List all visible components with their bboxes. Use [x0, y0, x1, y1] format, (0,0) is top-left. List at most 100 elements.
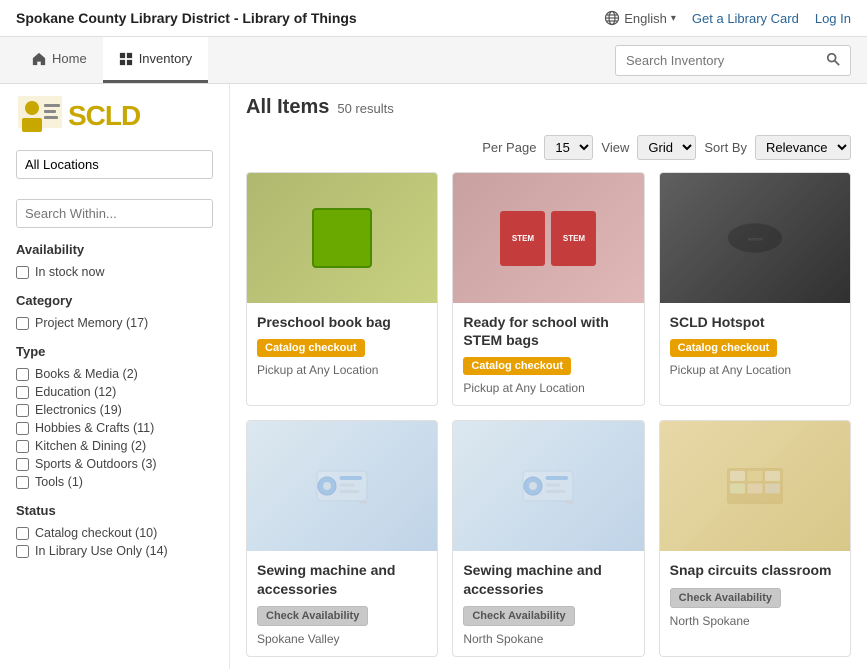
nav-tab-home[interactable]: Home	[16, 37, 103, 83]
item-title: Snap circuits classroom	[670, 561, 840, 579]
filter-availability-title: Availability	[16, 242, 213, 257]
item-image: Verizon	[660, 173, 850, 303]
item-card-body: Ready for school with STEM bags Catalog …	[453, 303, 643, 405]
item-badge: Check Availability	[670, 588, 781, 608]
chevron-down-icon: ▾	[671, 13, 676, 24]
filter-tools: Tools (1)	[16, 475, 213, 489]
filter-project-memory: Project Memory (17)	[16, 316, 213, 330]
catalog-checkout-checkbox[interactable]	[16, 527, 29, 540]
home-icon	[32, 52, 46, 66]
education-checkbox[interactable]	[16, 386, 29, 399]
hobbies-crafts-label[interactable]: Hobbies & Crafts (11)	[35, 421, 154, 435]
filter-category-title: Category	[16, 293, 213, 308]
item-location: Spokane Valley	[257, 632, 427, 646]
sort-select[interactable]: Relevance Title A-Z Title Z-A	[755, 135, 851, 160]
item-image	[660, 421, 850, 551]
filter-type-title: Type	[16, 344, 213, 359]
grid-icon	[119, 52, 133, 66]
page-title: All Items	[246, 96, 329, 119]
tools-checkbox[interactable]	[16, 476, 29, 489]
get-card-link[interactable]: Get a Library Card	[692, 11, 799, 26]
language-label: English	[624, 11, 667, 26]
items-grid: Preschool book bag Catalog checkout Pick…	[246, 172, 851, 657]
scld-icon	[16, 96, 64, 136]
search-button[interactable]	[816, 46, 850, 75]
nav-tab-inventory-label: Inventory	[139, 51, 192, 66]
filter-availability: Availability In stock now	[16, 242, 213, 279]
in-library-label[interactable]: In Library Use Only (14)	[35, 544, 168, 558]
project-memory-checkbox[interactable]	[16, 317, 29, 330]
item-card[interactable]: Preschool book bag Catalog checkout Pick…	[246, 172, 438, 406]
filter-in-library: In Library Use Only (14)	[16, 544, 213, 558]
nav-tab-inventory[interactable]: Inventory	[103, 37, 208, 83]
project-memory-label[interactable]: Project Memory (17)	[35, 316, 148, 330]
item-badge: Check Availability	[463, 606, 574, 626]
location-select[interactable]: All Locations	[16, 150, 213, 179]
search-within-clear[interactable]: ✕	[209, 202, 213, 226]
item-badge: Check Availability	[257, 606, 368, 626]
item-location: Pickup at Any Location	[670, 363, 840, 377]
in-library-checkbox[interactable]	[16, 545, 29, 558]
per-page-label: Per Page	[482, 140, 536, 155]
item-card-body: Preschool book bag Catalog checkout Pick…	[247, 303, 437, 405]
books-media-label[interactable]: Books & Media (2)	[35, 367, 138, 381]
item-card[interactable]: Snap circuits classroom Check Availabili…	[659, 420, 851, 656]
per-page-select[interactable]: 15 30 50	[544, 135, 593, 160]
electronics-checkbox[interactable]	[16, 404, 29, 417]
item-card[interactable]: elna Sewing machine and accessories Chec…	[246, 420, 438, 656]
kitchen-dining-checkbox[interactable]	[16, 440, 29, 453]
filter-catalog-checkout: Catalog checkout (10)	[16, 526, 213, 540]
item-location: Pickup at Any Location	[257, 363, 427, 377]
nav-tabs: Home Inventory	[16, 37, 208, 83]
sidebar: SCLD All Locations ✕ Availability	[0, 84, 230, 669]
view-label: View	[601, 140, 629, 155]
item-title: Sewing machine and accessories	[257, 561, 427, 597]
filter-hobbies-crafts: Hobbies & Crafts (11)	[16, 421, 213, 435]
sports-outdoors-checkbox[interactable]	[16, 458, 29, 471]
filter-status: Status Catalog checkout (10) In Library …	[16, 503, 213, 558]
catalog-checkout-label[interactable]: Catalog checkout (10)	[35, 526, 157, 540]
filter-kitchen-dining: Kitchen & Dining (2)	[16, 439, 213, 453]
result-count: 50 results	[337, 101, 393, 116]
search-input[interactable]	[616, 47, 816, 74]
main-layout: SCLD All Locations ✕ Availability	[0, 84, 867, 669]
header-actions: English ▾ Get a Library Card Log In	[604, 10, 851, 26]
filter-type: Type Books & Media (2) Education (12) El…	[16, 344, 213, 489]
search-within-input[interactable]	[17, 200, 209, 227]
item-card[interactable]: Verizon SCLD Hotspot Catalog checkout Pi…	[659, 172, 851, 406]
kitchen-dining-label[interactable]: Kitchen & Dining (2)	[35, 439, 146, 453]
language-selector[interactable]: English ▾	[604, 10, 676, 26]
globe-icon	[604, 10, 620, 26]
hobbies-crafts-checkbox[interactable]	[16, 422, 29, 435]
in-stock-label[interactable]: In stock now	[35, 265, 104, 279]
tools-label[interactable]: Tools (1)	[35, 475, 83, 489]
item-card[interactable]: STEM STEM Ready for school with STEM bag…	[452, 172, 644, 406]
item-location: North Spokane	[463, 632, 633, 646]
login-link[interactable]: Log In	[815, 11, 851, 26]
svg-text:Verizon: Verizon	[747, 237, 763, 242]
books-media-checkbox[interactable]	[16, 368, 29, 381]
electronics-label[interactable]: Electronics (19)	[35, 403, 122, 417]
item-location: North Spokane	[670, 614, 840, 628]
page-heading: All Items 50 results	[246, 96, 851, 119]
education-label[interactable]: Education (12)	[35, 385, 116, 399]
filter-status-title: Status	[16, 503, 213, 518]
top-header: Spokane County Library District - Librar…	[0, 0, 867, 37]
sports-outdoors-label[interactable]: Sports & Outdoors (3)	[35, 457, 157, 471]
scld-logo: SCLD	[16, 96, 213, 136]
search-within: ✕	[16, 199, 213, 228]
filter-books-media: Books & Media (2)	[16, 367, 213, 381]
view-select[interactable]: Grid List	[637, 135, 696, 160]
item-title: SCLD Hotspot	[670, 313, 840, 331]
item-card-body: Sewing machine and accessories Check Ava…	[453, 551, 643, 655]
item-badge: Catalog checkout	[670, 339, 778, 357]
in-stock-checkbox[interactable]	[16, 266, 29, 279]
item-card-body: Sewing machine and accessories Check Ava…	[247, 551, 437, 655]
filter-sports-outdoors: Sports & Outdoors (3)	[16, 457, 213, 471]
scld-text: SCLD	[68, 100, 140, 132]
item-image: STEM STEM	[453, 173, 643, 303]
nav-bar: Home Inventory	[0, 37, 867, 84]
filter-education: Education (12)	[16, 385, 213, 399]
item-card[interactable]: elna Sewing machine and accessories Chec…	[452, 420, 644, 656]
item-title: Ready for school with STEM bags	[463, 313, 633, 349]
